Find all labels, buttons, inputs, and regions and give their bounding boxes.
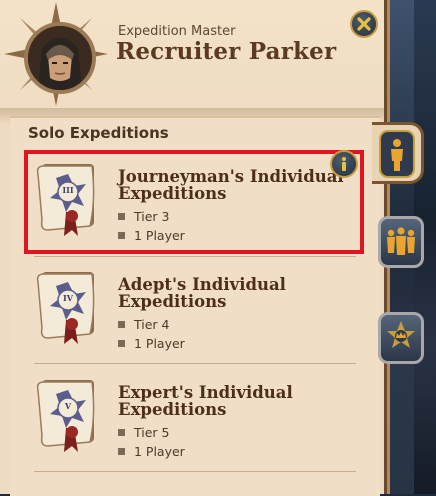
expedition-scroll-icon: V (34, 376, 106, 454)
npc-name: Recruiter Parker (116, 38, 337, 65)
bullet-icon (118, 232, 125, 239)
info-button[interactable] (330, 150, 358, 178)
expedition-scroll-icon: IV (34, 268, 106, 346)
close-icon (357, 17, 371, 31)
bullet-icon (118, 321, 125, 328)
expedition-tier: Tier 3 (118, 209, 169, 224)
expedition-title: Expert's Individual Expeditions (118, 383, 293, 419)
expedition-title: Journeyman's Individual Expeditions (118, 167, 344, 203)
divider (34, 363, 356, 364)
expedition-title: Adept's Individual Expeditions (118, 275, 286, 311)
close-button[interactable] (350, 10, 378, 38)
tier-numeral: III (62, 185, 74, 195)
compass-avatar-frame (4, 2, 108, 106)
expedition-players: 1 Player (118, 336, 185, 351)
avatar (24, 22, 96, 94)
info-icon (342, 157, 346, 171)
players-label: 1 Player (134, 336, 185, 351)
tier-label: Tier 3 (134, 209, 170, 224)
section-title: Solo Expeditions (28, 124, 169, 142)
expedition-scroll-icon: III (34, 160, 106, 238)
npc-portrait-icon (28, 26, 92, 90)
divider (34, 471, 356, 472)
expedition-item-journeyman[interactable]: III Journeyman's Individual Expeditions … (24, 150, 364, 254)
tab-elite[interactable] (378, 312, 424, 364)
expedition-item-expert[interactable]: V Expert's Individual Expeditions Tier 5… (24, 366, 364, 470)
bullet-icon (118, 429, 125, 436)
expedition-players: 1 Player (118, 228, 185, 243)
players-label: 1 Player (134, 228, 185, 243)
players-label: 1 Player (134, 444, 185, 459)
expedition-item-adept[interactable]: IV Adept's Individual Expeditions Tier 4… (24, 258, 364, 362)
crown-badge-icon (387, 321, 415, 348)
expedition-tier: Tier 4 (118, 317, 169, 332)
bullet-icon (118, 448, 125, 455)
solo-player-icon (379, 130, 415, 178)
bullet-icon (118, 340, 125, 347)
tier-numeral: IV (63, 293, 73, 303)
divider (34, 256, 356, 257)
tab-group[interactable] (378, 216, 424, 268)
bullet-icon (118, 213, 125, 220)
tab-solo[interactable] (372, 122, 424, 184)
expedition-tier: Tier 5 (118, 425, 169, 440)
npc-role-label: Expedition Master (118, 24, 236, 39)
expedition-players: 1 Player (118, 444, 185, 459)
group-players-icon (387, 227, 415, 255)
tier-label: Tier 5 (134, 425, 170, 440)
tier-label: Tier 4 (134, 317, 170, 332)
tier-numeral: V (64, 401, 72, 411)
